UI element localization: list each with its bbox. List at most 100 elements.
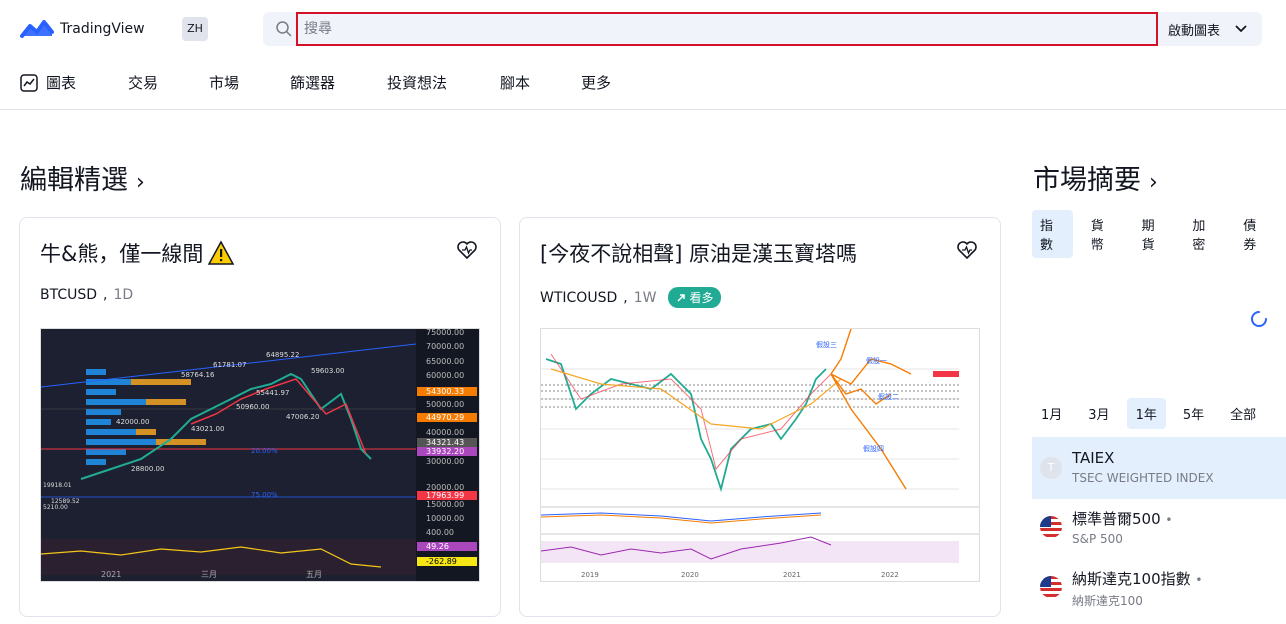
price-label: 10000.00 <box>426 514 464 523</box>
market-row-taiex[interactable]: T TAIEX TSEC WEIGHTED INDEX <box>1032 437 1286 499</box>
market-row-name: 納斯達克100指數 • <box>1072 570 1203 588</box>
price-label: 17963.99 <box>426 491 464 500</box>
period-5y[interactable]: 5年 <box>1174 398 1213 429</box>
period-3m[interactable]: 3月 <box>1079 398 1118 429</box>
chart-annotation: 假設三 <box>816 340 837 349</box>
arrow-up-right-icon <box>677 293 686 302</box>
chart-annotation: 47006.20 <box>286 413 319 421</box>
nav-item-label: 篩選器 <box>290 74 336 92</box>
nav-item-more[interactable]: 更多 <box>581 72 611 93</box>
chart-annotation: 19918.01 <box>43 482 72 489</box>
nav-item-label: 市場 <box>209 74 240 92</box>
idea-meta: BTCUSD, 1D <box>40 287 134 303</box>
nav-item-chart[interactable]: 圖表 <box>20 72 76 93</box>
language-button[interactable]: ZH <box>182 17 208 41</box>
idea-timeframe: 1D <box>113 287 134 303</box>
idea-card[interactable]: 牛&熊，僅一線間 BTCUSD, 1D 2021 三月 五月 64895.22 … <box>19 217 501 617</box>
boost-heart-icon[interactable] <box>456 240 478 260</box>
search-input[interactable] <box>296 12 1158 46</box>
x-label: 2021 <box>101 570 121 579</box>
market-row-nasdaq100[interactable]: 納斯達克100指數 • 納斯達克100 <box>1032 562 1286 624</box>
nav-item-screeners[interactable]: 篩選器 <box>290 72 335 93</box>
chevron-right-icon: › <box>136 170 145 195</box>
logo-text: TradingView <box>60 21 145 37</box>
period-1y[interactable]: 1年 <box>1126 398 1166 429</box>
tradingview-logo[interactable]: TradingView <box>20 18 145 40</box>
main-nav: 圖表 交易 市場 篩選器 投資想法 腳本 更多 <box>0 60 1286 110</box>
price-label: -262.89 <box>426 557 457 566</box>
chart-annotation: 假設四 <box>863 444 884 453</box>
symbol-logo-icon: T <box>1040 457 1062 479</box>
chart-annotation: 64895.22 <box>266 351 299 359</box>
chevron-right-icon: › <box>1149 170 1158 195</box>
nav-item-markets[interactable]: 市場 <box>209 72 239 93</box>
btc-chart-graphic: 2021 三月 五月 64895.22 61781.07 58764.16 55… <box>40 328 479 581</box>
price-label: 34321.43 <box>426 438 464 447</box>
x-label: 2022 <box>881 571 899 579</box>
price-label: 44970.29 <box>426 413 464 422</box>
nav-item-ideas[interactable]: 投資想法 <box>387 72 447 93</box>
market-row-sub: 納斯達克100 <box>1072 594 1143 608</box>
nav-item-label: 投資想法 <box>387 74 448 92</box>
nav-item-scripts[interactable]: 腳本 <box>500 72 530 93</box>
editors-pick-heading[interactable]: 編輯精選 › <box>20 158 145 197</box>
price-label: 15000.00 <box>426 500 464 509</box>
chevron-down-icon <box>1235 25 1247 33</box>
nav-item-label: 圖表 <box>46 74 77 92</box>
market-summary-title: 市場摘要 <box>1033 165 1141 196</box>
nav-item-trade[interactable]: 交易 <box>128 72 158 93</box>
tab-indices[interactable]: 指數 <box>1032 210 1073 258</box>
market-row-name: 標準普爾500 • <box>1072 510 1173 528</box>
idea-card[interactable]: [今夜不說相聲] 原油是漢玉寶塔嗎 WTICOUSD, 1W 看多 假設三 假設… <box>519 217 1001 617</box>
launch-chart-label: 啟動圖表 <box>1168 23 1221 39</box>
x-label: 2020 <box>681 571 699 579</box>
chart-annotation: 假設二 <box>878 392 899 401</box>
chart-icon <box>20 73 38 92</box>
x-label: 2021 <box>783 571 801 579</box>
search-icon <box>276 21 292 37</box>
idea-timeframe: 1W <box>633 289 657 306</box>
idea-symbol[interactable]: WTICOUSD <box>540 290 617 306</box>
x-label: 2019 <box>581 571 599 579</box>
idea-title[interactable]: 牛&熊，僅一線間 <box>40 238 235 268</box>
badge-label: 看多 <box>689 291 714 305</box>
market-row-name: TAIEX <box>1072 449 1115 467</box>
idea-chart-image[interactable]: 2021 三月 五月 64895.22 61781.07 58764.16 55… <box>40 328 480 582</box>
price-label: 400.00 <box>426 528 454 537</box>
idea-title[interactable]: [今夜不說相聲] 原油是漢玉寶塔嗎 <box>540 238 857 268</box>
price-label: 70000.00 <box>426 342 464 351</box>
period-1m[interactable]: 1月 <box>1032 398 1071 429</box>
market-row-sub: TSEC WEIGHTED INDEX <box>1072 471 1214 485</box>
idea-meta: WTICOUSD, 1W 看多 <box>540 287 722 308</box>
chart-annotation: 43021.00 <box>191 425 224 433</box>
idea-chart-image[interactable]: 假設三 假設一 假設二 假設四 2019 2020 2021 2022 <box>540 328 980 582</box>
market-row-sub: S&P 500 <box>1072 532 1123 546</box>
loading-spinner-icon <box>1251 311 1267 327</box>
price-label: 60000.00 <box>426 371 464 380</box>
x-label: 五月 <box>306 570 322 579</box>
tab-currencies[interactable]: 貨幣 <box>1083 210 1124 258</box>
cloud-logo-icon <box>20 20 54 38</box>
chart-annotation: 50960.00 <box>236 403 269 411</box>
market-row-sp500[interactable]: 標準普爾500 • S&P 500 <box>1032 502 1286 564</box>
idea-title-text: [今夜不說相聲] 原油是漢玉寶塔嗎 <box>540 242 858 266</box>
chart-annotation: 5210.00 <box>43 504 68 511</box>
warning-icon <box>208 240 235 265</box>
top-bar: TradingView ZH 啟動圖表 <box>0 0 1286 60</box>
nav-item-label: 更多 <box>581 74 612 92</box>
period-all[interactable]: 全部 <box>1221 398 1265 429</box>
launch-chart-button[interactable]: 啟動圖表 <box>1168 12 1248 46</box>
chart-annotation: 28800.00 <box>131 465 164 473</box>
tab-bonds[interactable]: 債券 <box>1235 210 1276 258</box>
market-tabs: 指數 貨幣 期貨 加密 債券 <box>1032 210 1286 258</box>
market-summary-heading[interactable]: 市場摘要 › <box>1033 158 1158 197</box>
tab-futures[interactable]: 期貨 <box>1134 210 1175 258</box>
tab-crypto[interactable]: 加密 <box>1184 210 1225 258</box>
boost-heart-icon[interactable] <box>956 240 978 260</box>
x-label: 三月 <box>201 570 217 579</box>
idea-symbol[interactable]: BTCUSD <box>40 287 97 303</box>
period-selector: 1月 3月 1年 5年 全部 <box>1032 398 1273 429</box>
price-label: 40000.00 <box>426 428 464 437</box>
search-bar: 啟動圖表 <box>263 12 1262 46</box>
us-flag-icon <box>1040 516 1062 538</box>
